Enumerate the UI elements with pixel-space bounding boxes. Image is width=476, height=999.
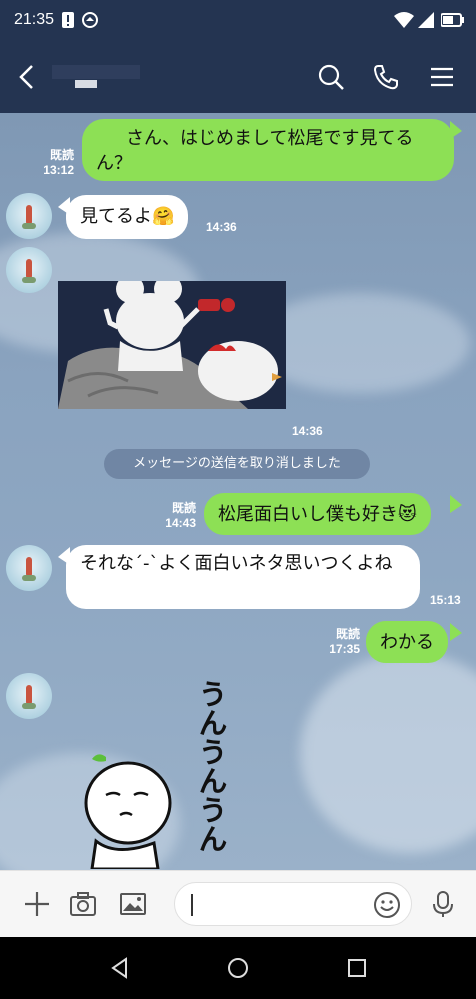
status-time: 21:35: [14, 11, 55, 28]
nav-home-icon[interactable]: [226, 956, 250, 980]
input-bar: [0, 870, 476, 937]
emoji-icon[interactable]: [373, 891, 401, 919]
read-receipt: 既読 17:35: [329, 627, 360, 656]
wifi-icon: [394, 12, 414, 28]
message-time: 14:36: [206, 220, 237, 234]
read-receipt: 既読 13:12: [43, 148, 74, 177]
battery-icon: [441, 13, 464, 27]
message-text: さん、はじめまして松尾です見てるん？: [96, 128, 414, 174]
phone-icon[interactable]: [371, 62, 401, 92]
message-text: 松尾面白いし僕も好き😻: [218, 504, 417, 525]
message-text: わかる: [380, 632, 434, 653]
avatar[interactable]: [6, 193, 52, 239]
sticker-character: [84, 754, 172, 869]
message-input[interactable]: [174, 882, 412, 926]
camera-icon[interactable]: [68, 889, 98, 919]
system-nav-bar: [0, 937, 476, 999]
shared-image[interactable]: [58, 281, 286, 409]
sync-icon: [82, 12, 98, 28]
system-message: メッセージの送信を取り消しました: [104, 449, 370, 479]
text-caret: [191, 894, 193, 916]
nav-back-icon[interactable]: [108, 956, 132, 980]
menu-icon[interactable]: [427, 62, 457, 92]
sent-message-bubble[interactable]: さん、はじめまして松尾です見てるん？: [82, 119, 454, 181]
sent-message-bubble[interactable]: わかる: [366, 621, 448, 663]
alert-icon: [62, 12, 74, 28]
received-message-bubble[interactable]: それな´-`よく面白いネタ思いつくよね: [66, 545, 420, 609]
signal-icon: [418, 12, 434, 28]
search-icon[interactable]: [316, 62, 346, 92]
plus-icon[interactable]: [22, 889, 52, 919]
message-text: 見てるよ🤗: [80, 206, 175, 227]
read-receipt: 既読 14:43: [165, 501, 196, 530]
sticker[interactable]: うんうんうん: [76, 679, 236, 869]
avatar[interactable]: [6, 673, 52, 719]
sent-message-bubble[interactable]: 松尾面白いし僕も好き😻: [204, 493, 431, 535]
nav-recents-icon[interactable]: [345, 956, 369, 980]
chat-area[interactable]: 既読 13:12 さん、はじめまして松尾です見てるん？ 見てるよ🤗 14:36: [0, 113, 476, 870]
contact-name-fragment: [75, 80, 97, 88]
message-time: 14:36: [292, 424, 323, 438]
microphone-icon[interactable]: [428, 889, 458, 919]
message-text: それな´-`よく面白いネタ思いつくよね: [80, 553, 393, 574]
image-icon[interactable]: [118, 889, 148, 919]
contact-name-redacted: [52, 65, 140, 79]
received-message-bubble[interactable]: 見てるよ🤗: [66, 195, 189, 239]
message-time: 15:13: [430, 593, 461, 607]
chevron-left-icon[interactable]: [14, 62, 42, 92]
avatar[interactable]: [6, 545, 52, 591]
avatar[interactable]: [6, 247, 52, 293]
status-bar: 21:35: [0, 0, 476, 42]
chat-header: [0, 42, 476, 113]
sticker-text: うんうんうん: [194, 679, 228, 853]
